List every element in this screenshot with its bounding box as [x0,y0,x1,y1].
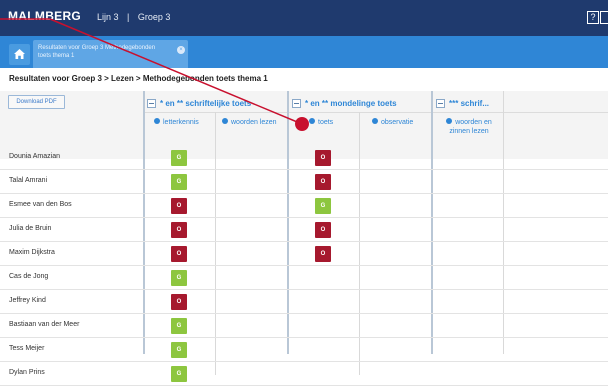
student-name[interactable]: Dylan Prins [9,369,45,376]
annotation-pointer [0,18,309,131]
table-row[interactable]: Dylan Prins G [0,362,608,386]
letterkennis-result-badge[interactable]: G [171,366,187,382]
